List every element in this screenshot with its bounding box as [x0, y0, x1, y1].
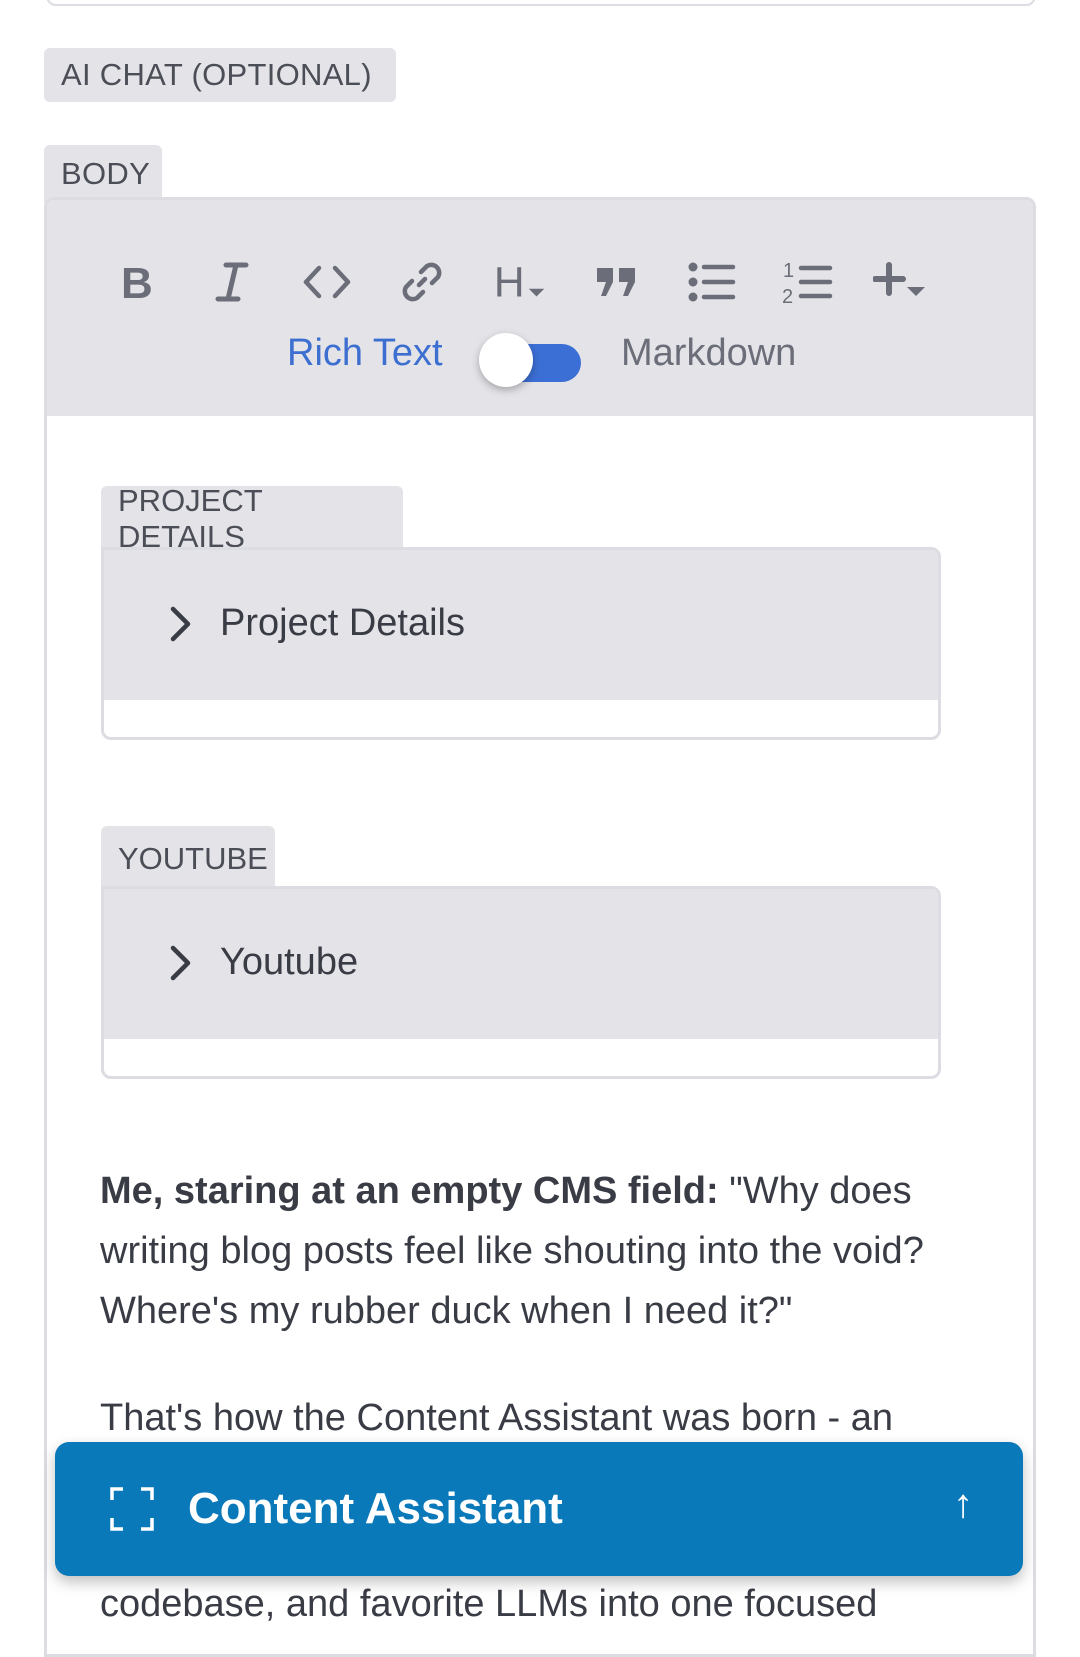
embed-title: Youtube [220, 941, 359, 983]
paragraph-bold-lead: Me, staring at an empty CMS field: [100, 1170, 719, 1212]
code-icon [303, 265, 351, 299]
embed-project-details[interactable]: Project Details [101, 547, 941, 740]
content-assistant-label: Content Assistant [188, 1484, 563, 1533]
svg-text:B: B [121, 260, 153, 304]
embed-youtube[interactable]: Youtube [101, 886, 941, 1079]
embed-header[interactable]: Project Details [104, 550, 938, 700]
body-field-label: BODY [44, 145, 162, 203]
embed-tag-project-details: PROJECT DETAILS [101, 483, 403, 554]
plus-dropdown-icon [873, 262, 925, 296]
italic-button[interactable] [202, 252, 262, 312]
body-paragraph-2-last-line[interactable]: codebase, and favorite LLMs into one foc… [100, 1574, 950, 1634]
expand-icon [110, 1487, 154, 1531]
numbered-list-button[interactable]: 1 2 [777, 252, 837, 312]
chevron-right-icon [170, 945, 191, 981]
markdown-mode-label[interactable]: Markdown [621, 332, 796, 375]
bullet-list-icon [688, 262, 736, 302]
insert-button[interactable] [873, 252, 933, 312]
embed-tag-youtube: YOUTUBE [101, 826, 275, 892]
embed-header[interactable]: Youtube [104, 889, 938, 1039]
quote-icon [597, 268, 635, 296]
svg-text:2: 2 [782, 286, 793, 305]
arrow-up-icon[interactable]: ↑ [953, 1482, 973, 1527]
bold-icon: B [121, 260, 153, 304]
svg-text:H: H [494, 259, 525, 305]
link-icon [402, 262, 442, 302]
rich-text-mode-label[interactable]: Rich Text [287, 332, 443, 375]
quote-button[interactable] [587, 252, 647, 312]
heading-dropdown-icon: H [494, 259, 545, 305]
code-button[interactable] [297, 252, 357, 312]
embed-title: Project Details [220, 602, 465, 644]
content-assistant-bar[interactable]: Content Assistant ↑ [55, 1442, 1023, 1576]
chevron-right-icon [170, 606, 191, 642]
ai-chat-field-label: AI CHAT (OPTIONAL) [44, 48, 396, 102]
editor-mode-toggle[interactable] [479, 333, 581, 387]
numbered-list-icon: 1 2 [782, 260, 833, 305]
link-button[interactable] [392, 252, 452, 312]
body-paragraph-1[interactable]: Me, staring at an empty CMS field: "Why … [100, 1161, 950, 1341]
previous-field-edge [46, 0, 1036, 6]
editor-toolbar: B H 1 2 Rich Text Markdown [47, 200, 1033, 416]
bulleted-list-button[interactable] [682, 252, 742, 312]
bold-button[interactable]: B [107, 252, 167, 312]
heading-button[interactable]: H [492, 252, 552, 312]
svg-text:1: 1 [783, 260, 794, 282]
body-paragraph-2-line[interactable]: That's how the Content Assistant was bor… [100, 1388, 950, 1448]
toggle-knob [479, 333, 533, 387]
italic-icon [215, 262, 249, 302]
